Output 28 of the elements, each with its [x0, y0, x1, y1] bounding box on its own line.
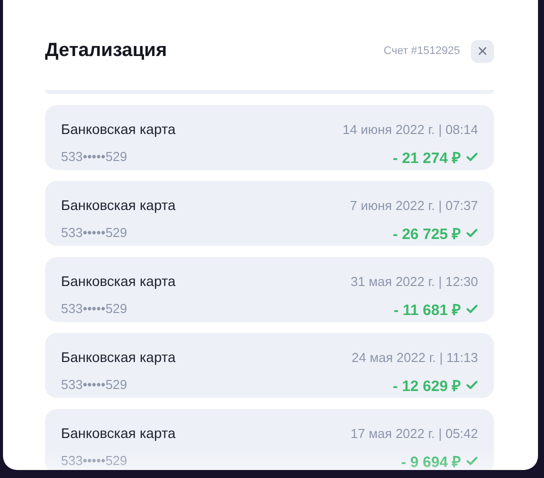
transaction-amount: - 26 725 ₽: [392, 224, 461, 243]
payment-method: Банковская карта: [61, 273, 176, 290]
transaction-date: 7 июня 2022 г. | 07:37: [350, 198, 478, 213]
check-icon: [466, 380, 478, 390]
payment-method: Банковская карта: [61, 197, 176, 214]
card-number: 533•••••529: [61, 149, 128, 164]
dialog-title: Детализация: [45, 40, 168, 62]
card-number: 533•••••529: [61, 301, 128, 316]
transaction-date: 17 мая 2022 г. | 05:42: [350, 426, 478, 441]
transaction-amount: - 11 681 ₽: [394, 300, 461, 319]
check-icon: [466, 152, 478, 162]
account-number: Счет #1512925: [384, 45, 460, 57]
transaction-date: 14 июня 2022 г. | 08:14: [342, 122, 478, 137]
card-number: 533•••••529: [61, 377, 128, 392]
card-number: 533•••••529: [61, 225, 128, 240]
check-icon: [466, 228, 478, 238]
check-icon: [466, 456, 478, 466]
payment-method: Банковская карта: [61, 121, 176, 138]
transaction-amount: - 12 629 ₽: [392, 376, 461, 395]
transaction-amount: - 21 274 ₽: [392, 148, 461, 167]
payment-method: Банковская карта: [61, 349, 176, 366]
payment-method: Банковская карта: [61, 425, 176, 442]
transaction-date: 24 мая 2022 г. | 11:13: [352, 350, 478, 365]
close-button[interactable]: ×: [471, 40, 494, 62]
transaction-amount: - 9 694 ₽: [401, 452, 461, 470]
card-number: 533•••••529: [61, 453, 128, 468]
check-icon: [466, 304, 478, 314]
transaction-date: 31 мая 2022 г. | 12:30: [350, 274, 478, 289]
